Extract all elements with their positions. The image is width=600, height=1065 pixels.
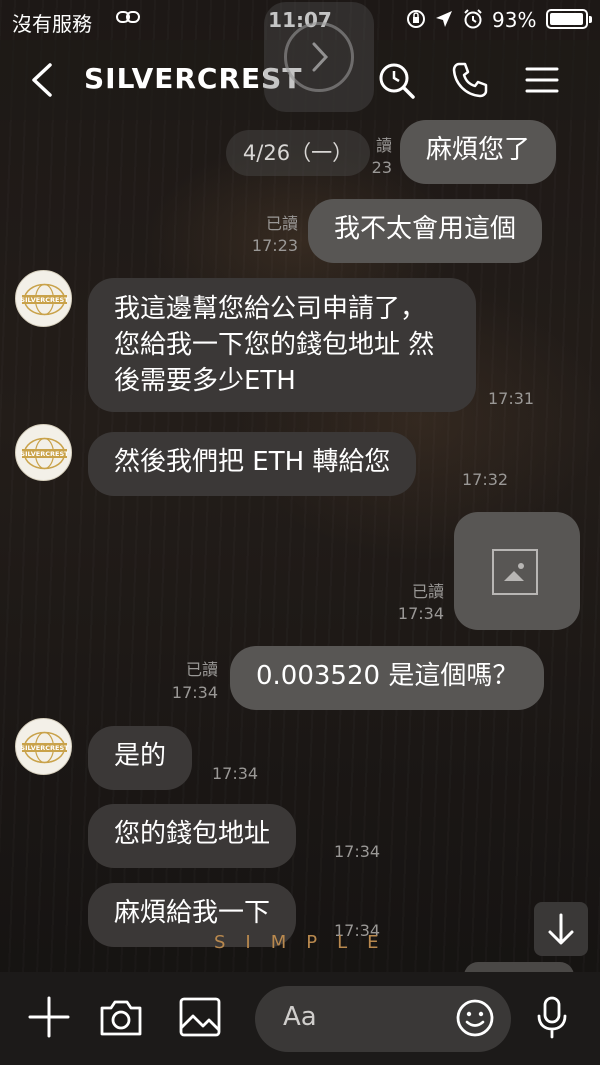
arrow-down-icon <box>548 913 574 945</box>
message-bubble[interactable]: 是的 <box>88 726 193 790</box>
message-time: 17:34 <box>212 764 259 783</box>
message-bubble[interactable]: 麻煩您了 <box>400 120 557 184</box>
read-receipt: 讀 <box>375 136 392 155</box>
message-time: 17:23 <box>251 236 298 255</box>
message-time: 17:34 <box>334 842 381 861</box>
screen-rotation-lock-icon <box>407 10 425 28</box>
message-input-placeholder: Aa <box>283 1002 317 1032</box>
message-bubble[interactable]: 我不太會用這個 <box>308 199 543 263</box>
message-bubble[interactable]: 您的錢包地址 <box>88 804 297 868</box>
message-time: 17:34 <box>171 683 218 702</box>
date-separator: 4/26（一） <box>226 130 370 176</box>
image-icon[interactable] <box>177 994 223 1040</box>
avatar[interactable]: SILVERCREST <box>15 718 72 775</box>
read-receipt: 已讀 <box>185 660 218 679</box>
scroll-to-bottom-button[interactable] <box>534 902 588 956</box>
battery-icon <box>546 9 592 29</box>
message-time: 23 <box>371 158 392 177</box>
plus-icon[interactable] <box>26 994 72 1040</box>
message-time: 17:34 <box>397 604 444 623</box>
microphone-icon[interactable] <box>529 994 575 1040</box>
image-placeholder-icon <box>492 549 538 595</box>
read-receipt: 已讀 <box>411 582 444 601</box>
alarm-icon <box>464 9 482 29</box>
avatar[interactable]: SILVERCREST <box>15 424 72 481</box>
watermark: SIMPLE <box>214 932 399 953</box>
message-bubble[interactable]: 然後我們把 ETH 轉給您 <box>88 432 417 496</box>
camera-icon[interactable] <box>98 994 144 1040</box>
message-time: 17:32 <box>462 470 509 489</box>
back-chevron-icon[interactable] <box>28 62 58 98</box>
input-bar: Aa <box>0 972 600 1065</box>
message-input[interactable]: Aa <box>255 986 511 1052</box>
location-arrow-icon <box>436 11 452 27</box>
image-message[interactable] <box>454 512 580 630</box>
forward-overlay-button[interactable] <box>264 2 374 112</box>
svg-text:SILVERCREST: SILVERCREST <box>20 744 69 752</box>
emoji-icon[interactable] <box>455 998 495 1038</box>
phone-icon[interactable] <box>450 60 490 100</box>
message-bubble[interactable]: 0.003520 是這個嗎？ <box>230 646 545 710</box>
read-receipt: 已讀 <box>265 214 298 233</box>
menu-icon[interactable] <box>522 60 562 100</box>
message-time: 17:31 <box>488 389 535 408</box>
message-bubble[interactable]: 我這邊幫您給公司申請了，您給我一下您的錢包地址 然後需要多少ETH <box>88 278 476 412</box>
avatar[interactable]: SILVERCREST <box>15 270 72 327</box>
battery-percentage: 93% <box>492 8 537 32</box>
chevron-right-icon <box>312 42 329 72</box>
search-icon[interactable] <box>376 60 416 100</box>
svg-text:SILVERCREST: SILVERCREST <box>20 296 69 304</box>
svg-text:SILVERCREST: SILVERCREST <box>20 450 69 458</box>
